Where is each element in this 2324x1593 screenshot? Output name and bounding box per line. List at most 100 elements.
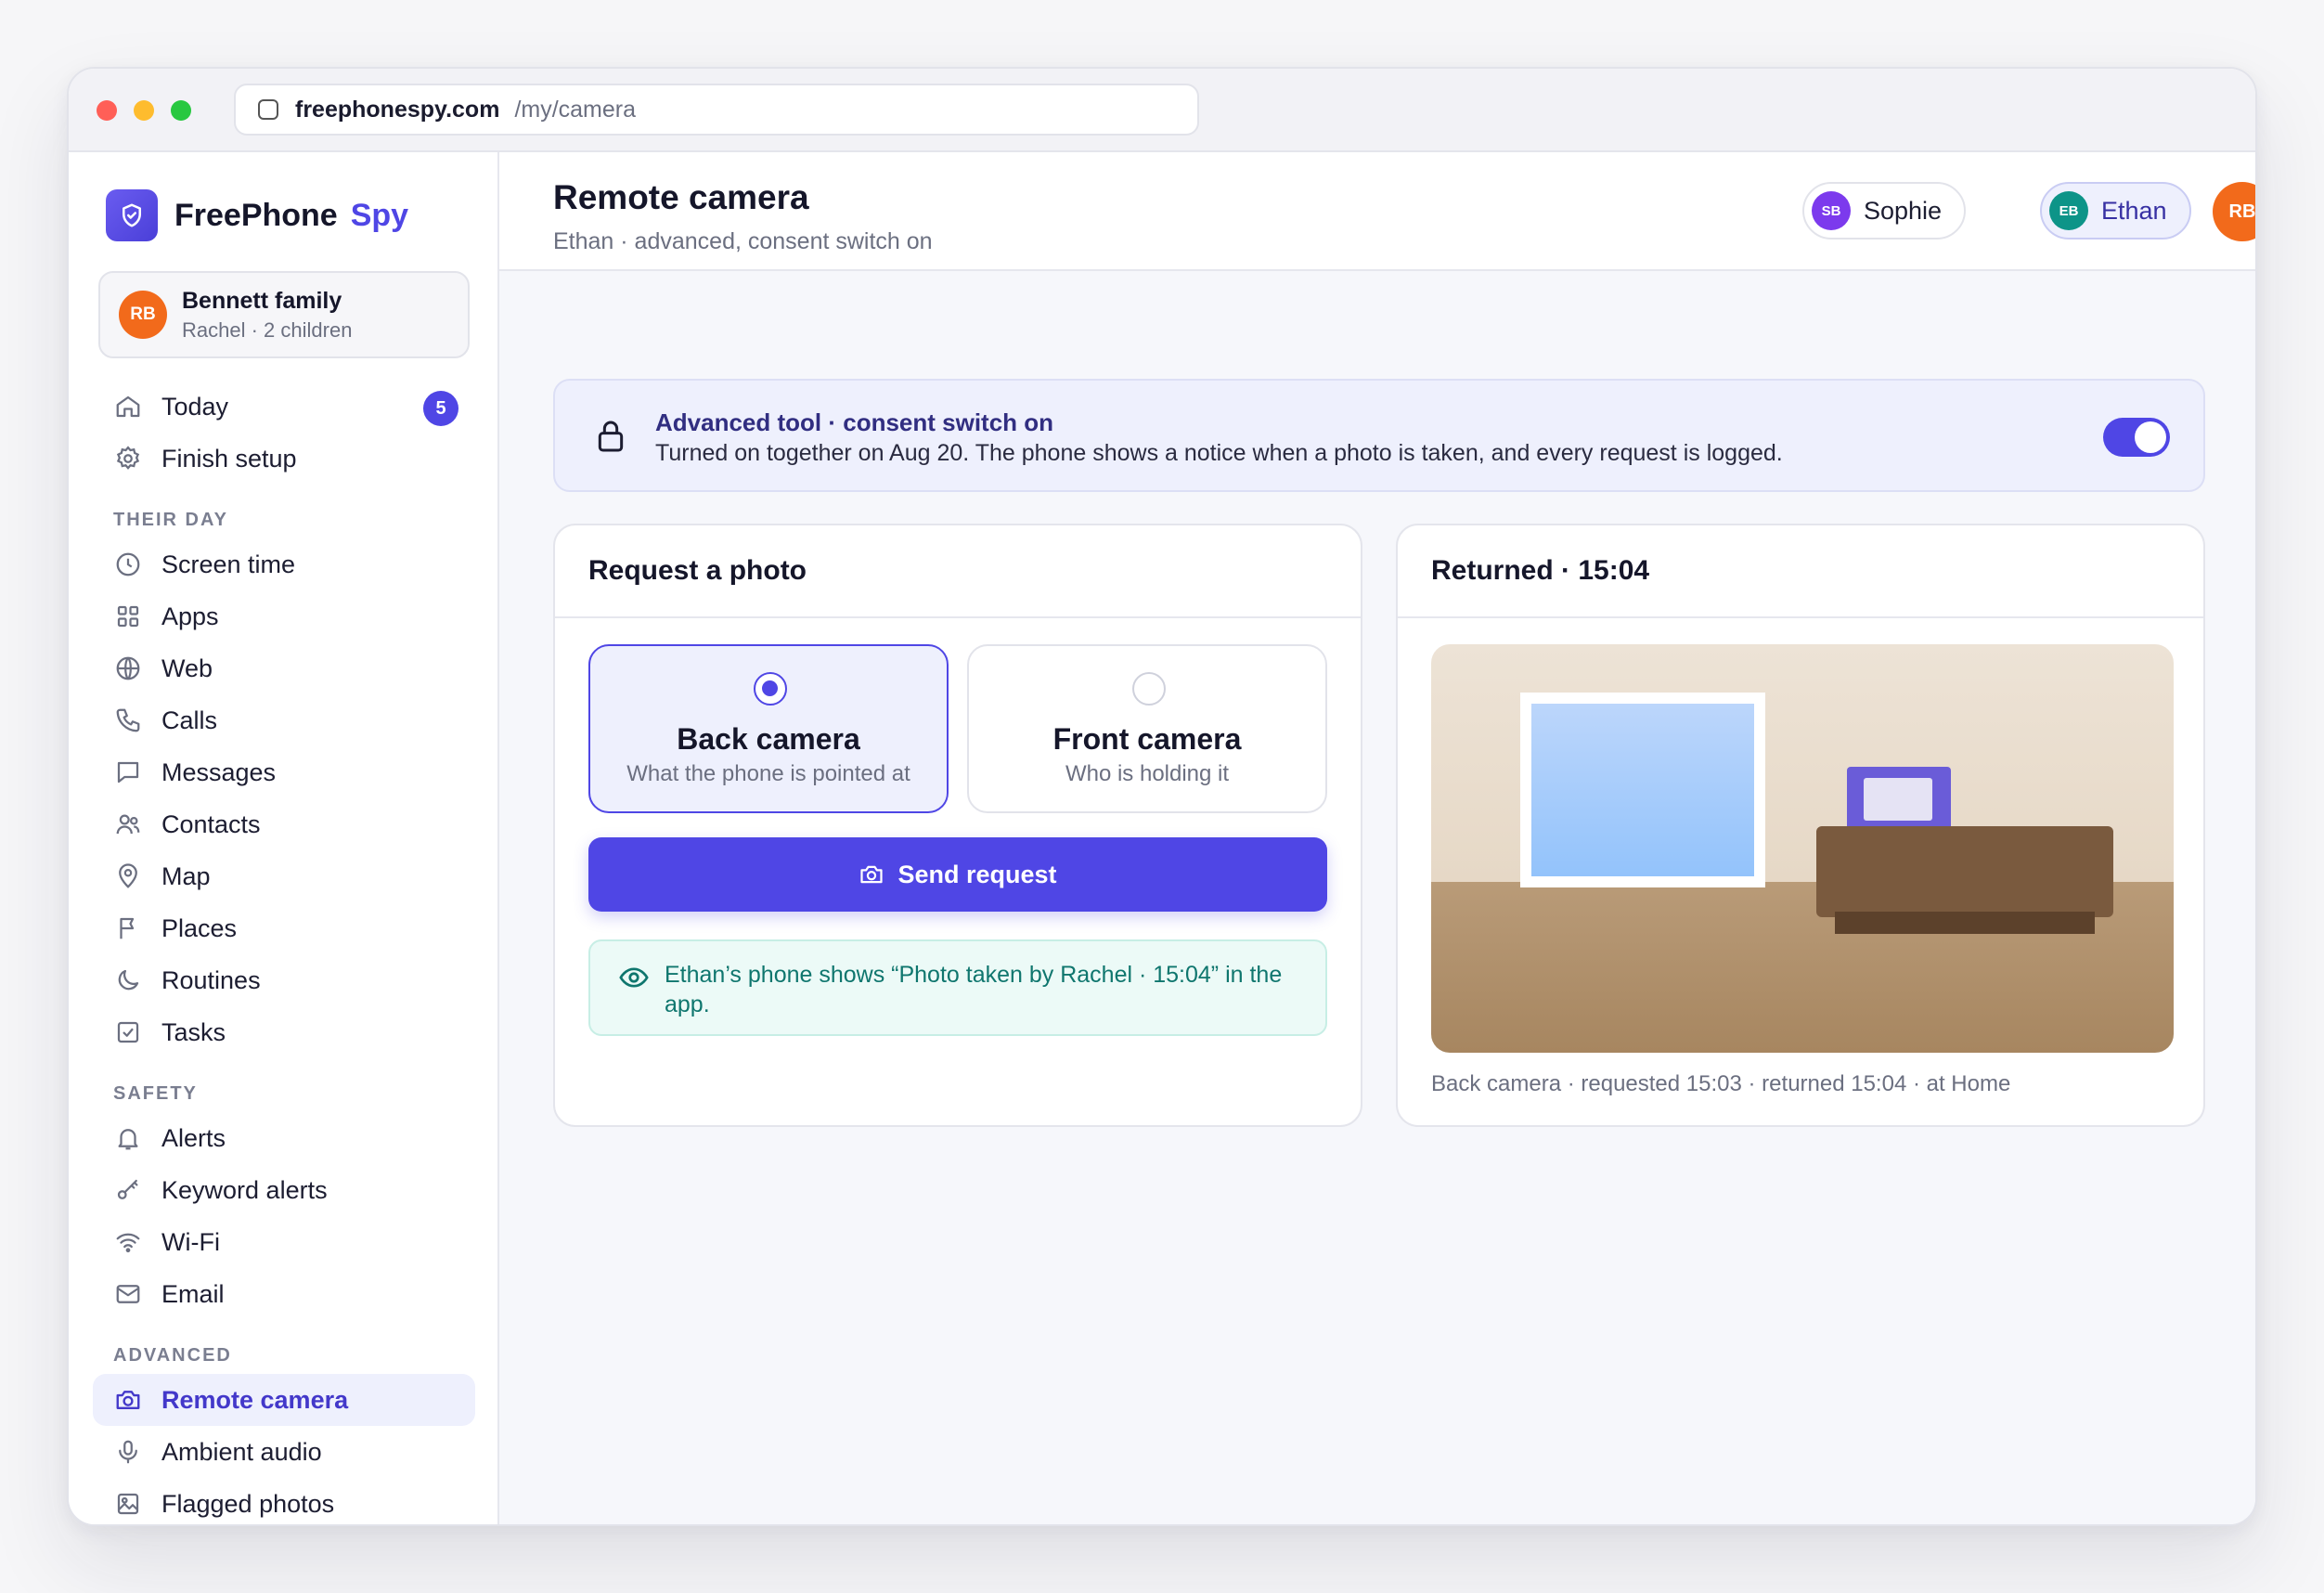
returned-photo-card: Returned · 15:04 Back camera · requested… [1396,524,2205,1127]
sidebar-item-label: Apps [161,602,219,630]
back-camera-option[interactable]: Back camera What the phone is pointed at [588,644,949,813]
microphone-icon [113,1437,143,1467]
option-label: Back camera [677,722,860,756]
sidebar-item-email[interactable]: Email [93,1268,475,1320]
brand-accent: Spy [350,197,409,233]
front-camera-radio[interactable] [1132,672,1166,706]
nav-section-title: SAFETY [113,1083,198,1104]
child-avatar: SB [1812,191,1851,230]
sidebar-item-label: Email [161,1279,225,1308]
sidebar-item-wifi[interactable]: Wi-Fi [93,1216,475,1268]
consent-title: Advanced tool · consent switch on [655,408,1054,436]
sidebar-nav: Today 5 Finish setup THEIR DAY Screen ti… [93,381,475,1524]
sidebar-item-map[interactable]: Map [93,850,475,902]
sidebar-item-label: Flagged photos [161,1489,335,1518]
sidebar-item-label: Routines [161,965,261,994]
phone-icon [113,706,143,735]
sidebar-item-label: Wi-Fi [161,1227,220,1256]
home-icon [113,392,143,421]
option-label: Front camera [1052,722,1242,756]
sidebar-item-today[interactable]: Today 5 [93,381,475,433]
close-window-button[interactable] [97,100,117,121]
eye-icon [618,962,650,998]
browser-window: freephonespy.com /my/camera FreePhone Sp… [67,67,2257,1526]
sidebar-item-label: Ambient audio [161,1437,322,1466]
option-description: Who is holding it [1065,761,1230,786]
page-subtitle: Ethan · advanced, consent switch on [553,228,933,254]
toggle-knob [2135,421,2166,453]
site-info-icon [258,99,278,120]
sidebar-item-finish-setup[interactable]: Finish setup [93,433,475,485]
sidebar-item-label: Calls [161,706,218,734]
sidebar-item-web[interactable]: Web [93,642,475,694]
sidebar-item-routines[interactable]: Routines [93,954,475,1006]
sidebar-item-apps[interactable]: Apps [93,590,475,642]
sidebar-item-label: Tasks [161,1017,226,1046]
family-avatar: RB [119,291,167,339]
url-path: /my/camera [514,96,637,123]
sidebar-item-label: Messages [161,758,277,786]
front-camera-option[interactable]: Front camera Who is holding it [967,644,1327,813]
nav-section-title: ADVANCED [113,1345,232,1366]
sidebar-item-ambient-audio[interactable]: Ambient audio [93,1426,475,1478]
back-camera-radio[interactable] [754,672,787,706]
send-request-button[interactable]: Send request [588,837,1327,912]
camera-icon [113,1385,143,1415]
shield-logo-icon [106,189,158,241]
main-content: Remote camera Ethan · advanced, consent … [499,152,2255,1524]
sidebar: FreePhone Spy RB Bennett family Rachel ·… [69,152,499,1524]
sidebar-item-label: Web [161,654,213,682]
returned-photo[interactable] [1431,644,2174,1053]
brand-name: FreePhone [174,197,338,233]
room-photo-image [1431,644,2174,1053]
card-title: Request a photo [555,525,1361,618]
sidebar-item-label: Keyword alerts [161,1175,328,1204]
sidebar-item-keyword-alerts[interactable]: Keyword alerts [93,1164,475,1216]
map-pin-icon [113,861,143,891]
sidebar-item-flagged-photos[interactable]: Flagged photos [93,1478,475,1524]
mail-icon [113,1279,143,1309]
child-switch-ethan[interactable]: EB Ethan [2040,182,2191,240]
consent-toggle[interactable] [2103,418,2170,457]
url-host: freephonespy.com [295,96,500,123]
option-description: What the phone is pointed at [626,761,910,786]
sidebar-item-tasks[interactable]: Tasks [93,1006,475,1058]
lock-icon [592,418,629,460]
sidebar-item-screen-time[interactable]: Screen time [93,538,475,590]
flag-icon [113,913,143,943]
child-avatar: EB [2049,191,2088,230]
sidebar-item-label: Alerts [161,1123,226,1152]
page-title: Remote camera [553,178,809,216]
users-icon [113,809,143,839]
notice-text: Ethan’s phone shows “Photo taken by Rach… [665,962,1283,1017]
sidebar-item-label: Finish setup [161,444,297,473]
bell-icon [113,1123,143,1153]
sidebar-item-label: Places [161,913,238,942]
sidebar-item-calls[interactable]: Calls [93,694,475,746]
wifi-icon [113,1227,143,1257]
family-switcher[interactable]: RB Bennett family Rachel · 2 children [98,271,470,358]
nav-section-title: THEIR DAY [113,510,228,530]
maximize-window-button[interactable] [171,100,191,121]
send-request-label: Send request [897,860,1057,888]
checkbox-icon [113,1017,143,1047]
child-name: Ethan [2101,196,2167,225]
minimize-window-button[interactable] [134,100,154,121]
family-name: Bennett family [182,287,342,314]
address-bar[interactable]: freephonespy.com /my/camera [234,84,1199,136]
camera-icon [859,861,884,887]
grid-icon [113,602,143,631]
child-switch-sophie[interactable]: SB Sophie [1802,182,1967,240]
sidebar-item-label: Remote camera [161,1385,349,1414]
card-title: Returned · 15:04 [1398,525,2203,618]
account-avatar[interactable]: RB [2213,182,2255,241]
sidebar-item-alerts[interactable]: Alerts [93,1112,475,1164]
sidebar-item-remote-camera[interactable]: Remote camera [93,1374,475,1426]
brand[interactable]: FreePhone Spy [106,189,408,241]
page-header: Remote camera Ethan · advanced, consent … [499,152,2255,271]
sidebar-item-places[interactable]: Places [93,902,475,954]
sidebar-item-messages[interactable]: Messages [93,746,475,798]
sidebar-item-label: Today [161,392,229,421]
globe-icon [113,654,143,683]
sidebar-item-contacts[interactable]: Contacts [93,798,475,850]
